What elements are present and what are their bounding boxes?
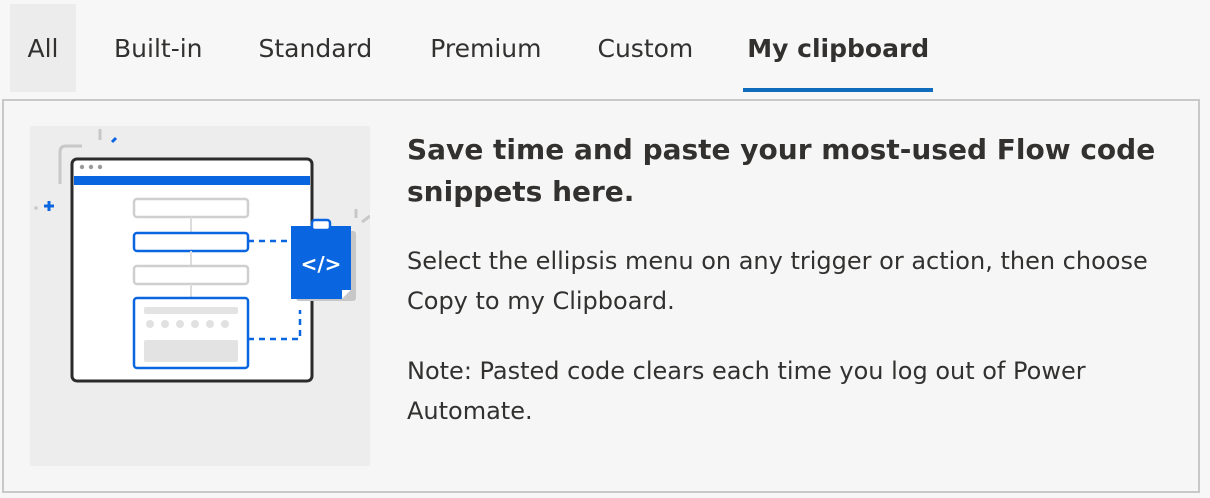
tab-my-clipboard[interactable]: My clipboard [743,4,934,92]
clipboard-headline: Save time and paste your most-used Flow … [407,133,1156,208]
tab-custom[interactable]: Custom [598,4,694,92]
tab-standard[interactable]: Standard [259,4,373,92]
code-glyph: </> [301,252,342,276]
clipboard-content: Save time and paste your most-used Flow … [407,129,1177,431]
tab-built-in[interactable]: Built-in [114,4,203,92]
clipboard-panel: </> Save time and paste your most-used F… [2,99,1200,493]
tab-bar: All Built-in Standard Premium Custom My … [10,4,934,96]
clipboard-description: Select the ellipsis menu on any trigger … [407,247,1148,315]
clipboard-note: Note: Pasted code clears each time you l… [407,357,1086,425]
clipboard-illustration: </> [30,126,370,466]
clipboard-code-icon: </> [34,129,370,383]
tab-premium[interactable]: Premium [430,4,541,92]
tab-all[interactable]: All [10,4,76,92]
